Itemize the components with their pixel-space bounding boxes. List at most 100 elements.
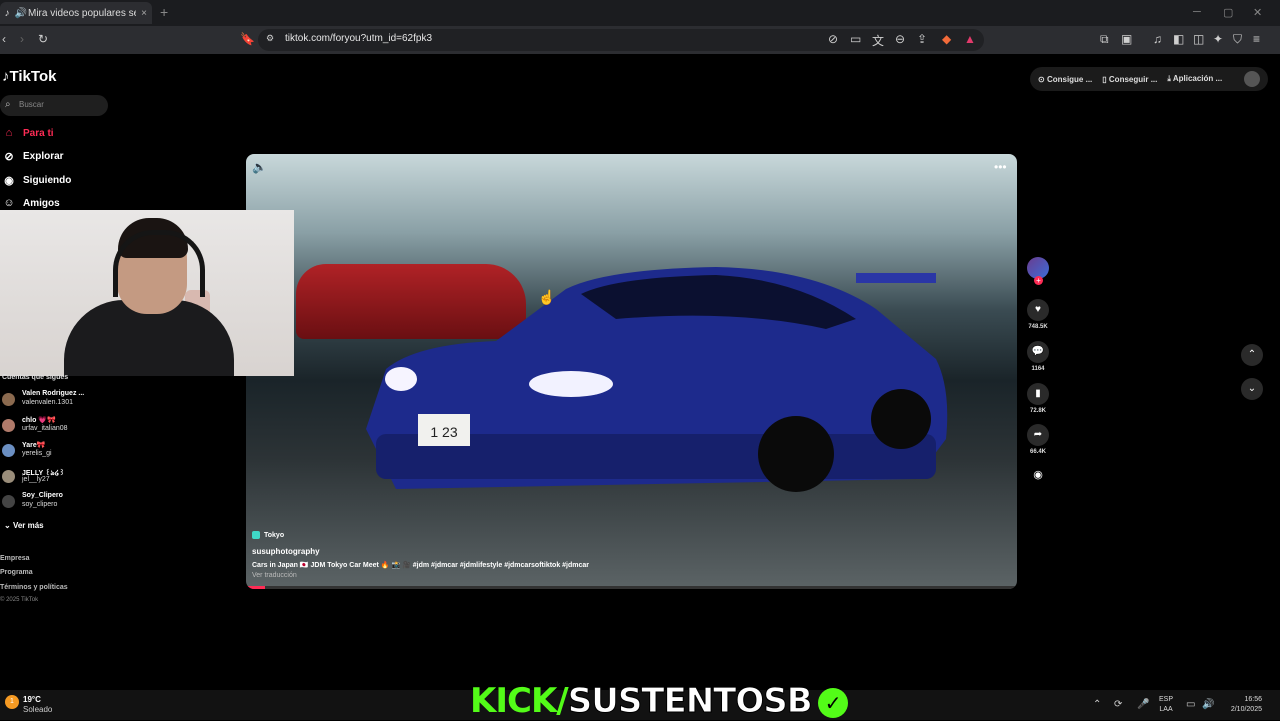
minimize-icon[interactable]: ─ [1193, 6, 1201, 18]
headphones-shape [113, 230, 205, 297]
weather-temp: 19°C [23, 695, 41, 704]
next-video-button[interactable]: ⌄ [1241, 378, 1263, 400]
bookmark-icon[interactable]: 🔖 [240, 32, 255, 46]
get-app-button[interactable]: ▯ Conseguir ... [1102, 75, 1157, 84]
microphone-icon[interactable]: 🎤 [1137, 699, 1149, 710]
speaker-icon: 🔊 [14, 7, 28, 19]
video-progress-bar[interactable] [246, 586, 1017, 589]
footer-link-empresa[interactable]: Empresa [0, 555, 30, 562]
account-username: yerelis_gi [22, 450, 52, 457]
tiktok-logo[interactable]: ♪TikTok [2, 68, 56, 85]
back-icon[interactable]: ‹ [2, 32, 6, 46]
follow-plus-icon[interactable]: + [1034, 276, 1043, 285]
previous-video-button[interactable]: ⌃ [1241, 344, 1263, 366]
video-author[interactable]: susuphotography [252, 547, 320, 556]
translate-link[interactable]: Ver traducción [252, 572, 297, 579]
chevron-up-icon: ⌃ [1247, 349, 1257, 360]
brave-rewards-icon[interactable]: ▲ [964, 32, 976, 46]
account-name: Soy_Clipero [22, 492, 63, 499]
get-coins-label: Consigue ... [1046, 74, 1093, 84]
window-close-icon[interactable]: ✕ [1253, 6, 1262, 19]
verified-check-icon: ✓ [817, 687, 848, 718]
menu-icon[interactable]: ≡ [1253, 32, 1260, 46]
url-text: tiktok.com/foryou?utm_id=62fpk3 [285, 33, 433, 44]
mouse-cursor-icon: ☝ [538, 289, 556, 305]
save-button[interactable]: ▮ 72.8K [1024, 383, 1052, 414]
nav-item-siguiendo[interactable]: ◉ Siguiendo [0, 171, 71, 189]
cast-icon[interactable]: ▭ [850, 32, 861, 46]
nav-item-explorar[interactable]: ⊘ Explorar [0, 147, 63, 165]
nav-label: Para ti [23, 127, 54, 139]
tab-groups-icon[interactable]: ▣ [1121, 32, 1132, 46]
get-coins-button[interactable]: ⊙ Consigue ... [1038, 75, 1092, 84]
ai-icon[interactable]: ✦ [1213, 32, 1223, 46]
language-indicator[interactable]: ESP LAA [1159, 695, 1173, 715]
nav-item-para-ti[interactable]: ⌂ Para ti [0, 124, 54, 142]
volume-icon[interactable]: 🔈 [252, 160, 267, 174]
video-player[interactable]: 1 23 🔈 ••• ☝ Tokyo susuphotography Cars … [246, 154, 1017, 589]
tab-close-button[interactable]: × [136, 8, 152, 19]
search-icon: ⌕ [5, 99, 11, 110]
music-icon[interactable]: ♫ [1153, 32, 1162, 46]
video-progress-fill [246, 586, 266, 589]
site-info-icon[interactable]: ⚙ [266, 33, 274, 44]
keyboard-layout: LAA [1159, 706, 1173, 713]
search-placeholder: Buscar [19, 100, 44, 109]
avatar [2, 495, 15, 508]
like-count: 748.5K [1028, 324, 1048, 330]
extensions-icon[interactable]: ⧉ [1100, 32, 1109, 47]
footer-link-programa[interactable]: Programa [0, 569, 33, 576]
comment-button[interactable]: 💬 1164 [1024, 341, 1052, 372]
maximize-icon[interactable]: ▢ [1223, 6, 1233, 19]
translate-icon[interactable]: 文 [872, 32, 884, 49]
nav-label: Amigos [23, 197, 60, 209]
browser-tab[interactable]: ♪ 🔊 Mira videos populares selecc × [0, 2, 152, 24]
more-options-icon[interactable]: ••• [994, 160, 1007, 174]
no-camera-icon[interactable]: ⊘ [828, 32, 838, 46]
chevron-down-icon: ⌄ [4, 521, 13, 530]
clock-time: 16:56 [1244, 696, 1262, 703]
sidebar-icon[interactable]: ◧ [1173, 32, 1184, 46]
brave-shield-icon[interactable]: ◆ [942, 32, 951, 46]
sync-icon[interactable]: ⟳ [1114, 699, 1122, 710]
share-button[interactable]: ➦ 66.4K [1024, 424, 1052, 455]
get-app-label: Conseguir ... [1108, 74, 1158, 84]
new-tab-button[interactable]: + [160, 4, 168, 20]
search-input[interactable]: ⌕ Buscar [0, 95, 108, 116]
forward-icon[interactable]: › [20, 32, 24, 46]
wallet-icon[interactable]: ◫ [1193, 32, 1204, 46]
profile-avatar[interactable] [1244, 71, 1260, 87]
tab-title: Mira videos populares selecc [28, 7, 136, 19]
share-icon[interactable]: ⇪ [917, 32, 927, 46]
music-disc-icon[interactable]: ◉ [1024, 468, 1052, 481]
bookmark-icon: ▮ [1027, 383, 1049, 405]
vpn-icon[interactable]: ⛉ [1233, 32, 1242, 47]
reload-icon[interactable]: ↻ [38, 32, 48, 46]
home-icon: ⌂ [5, 127, 13, 139]
zoom-icon[interactable]: ⊖ [895, 32, 905, 46]
tray-expand-icon[interactable]: ⌃ [1093, 699, 1101, 710]
account-username: jel__ly27 [22, 475, 50, 483]
weather-sun-icon: 1 [5, 695, 19, 709]
compass-icon: ⊘ [4, 150, 14, 163]
comment-count: 1164 [1031, 366, 1045, 372]
system-clock[interactable]: 16:56 2/10/2025 [1222, 695, 1262, 715]
account-name: Yare🎀 [22, 442, 46, 449]
footer-link-terminos[interactable]: Términos y políticas [0, 584, 68, 591]
copyright: © 2025 TikTok [0, 597, 39, 603]
network-icon[interactable]: ▭ [1186, 699, 1195, 710]
friends-icon: ☺ [3, 197, 15, 209]
following-icon: ◉ [4, 174, 14, 187]
share-arrow-icon: ➦ [1027, 424, 1049, 446]
tiktok-note-icon: ♪ [2, 68, 10, 85]
video-caption: Cars in Japan 🇯🇵 JDM Tokyo Car Meet 🔥 📸 … [252, 562, 590, 569]
volume-tray-icon[interactable]: 🔊 [1202, 699, 1214, 710]
location-tag[interactable]: Tokyo [252, 531, 284, 539]
save-count: 72.8K [1029, 408, 1046, 414]
desktop-app-button[interactable]: ⤓ Aplicación ... [1167, 74, 1222, 84]
location-label: Tokyo [264, 531, 285, 539]
weather-condition: Soleado [23, 705, 53, 714]
see-more-button[interactable]: ⌄ Ver más [4, 521, 44, 530]
avatar [2, 393, 15, 406]
like-button[interactable]: ♥ 748.5K [1024, 299, 1052, 330]
